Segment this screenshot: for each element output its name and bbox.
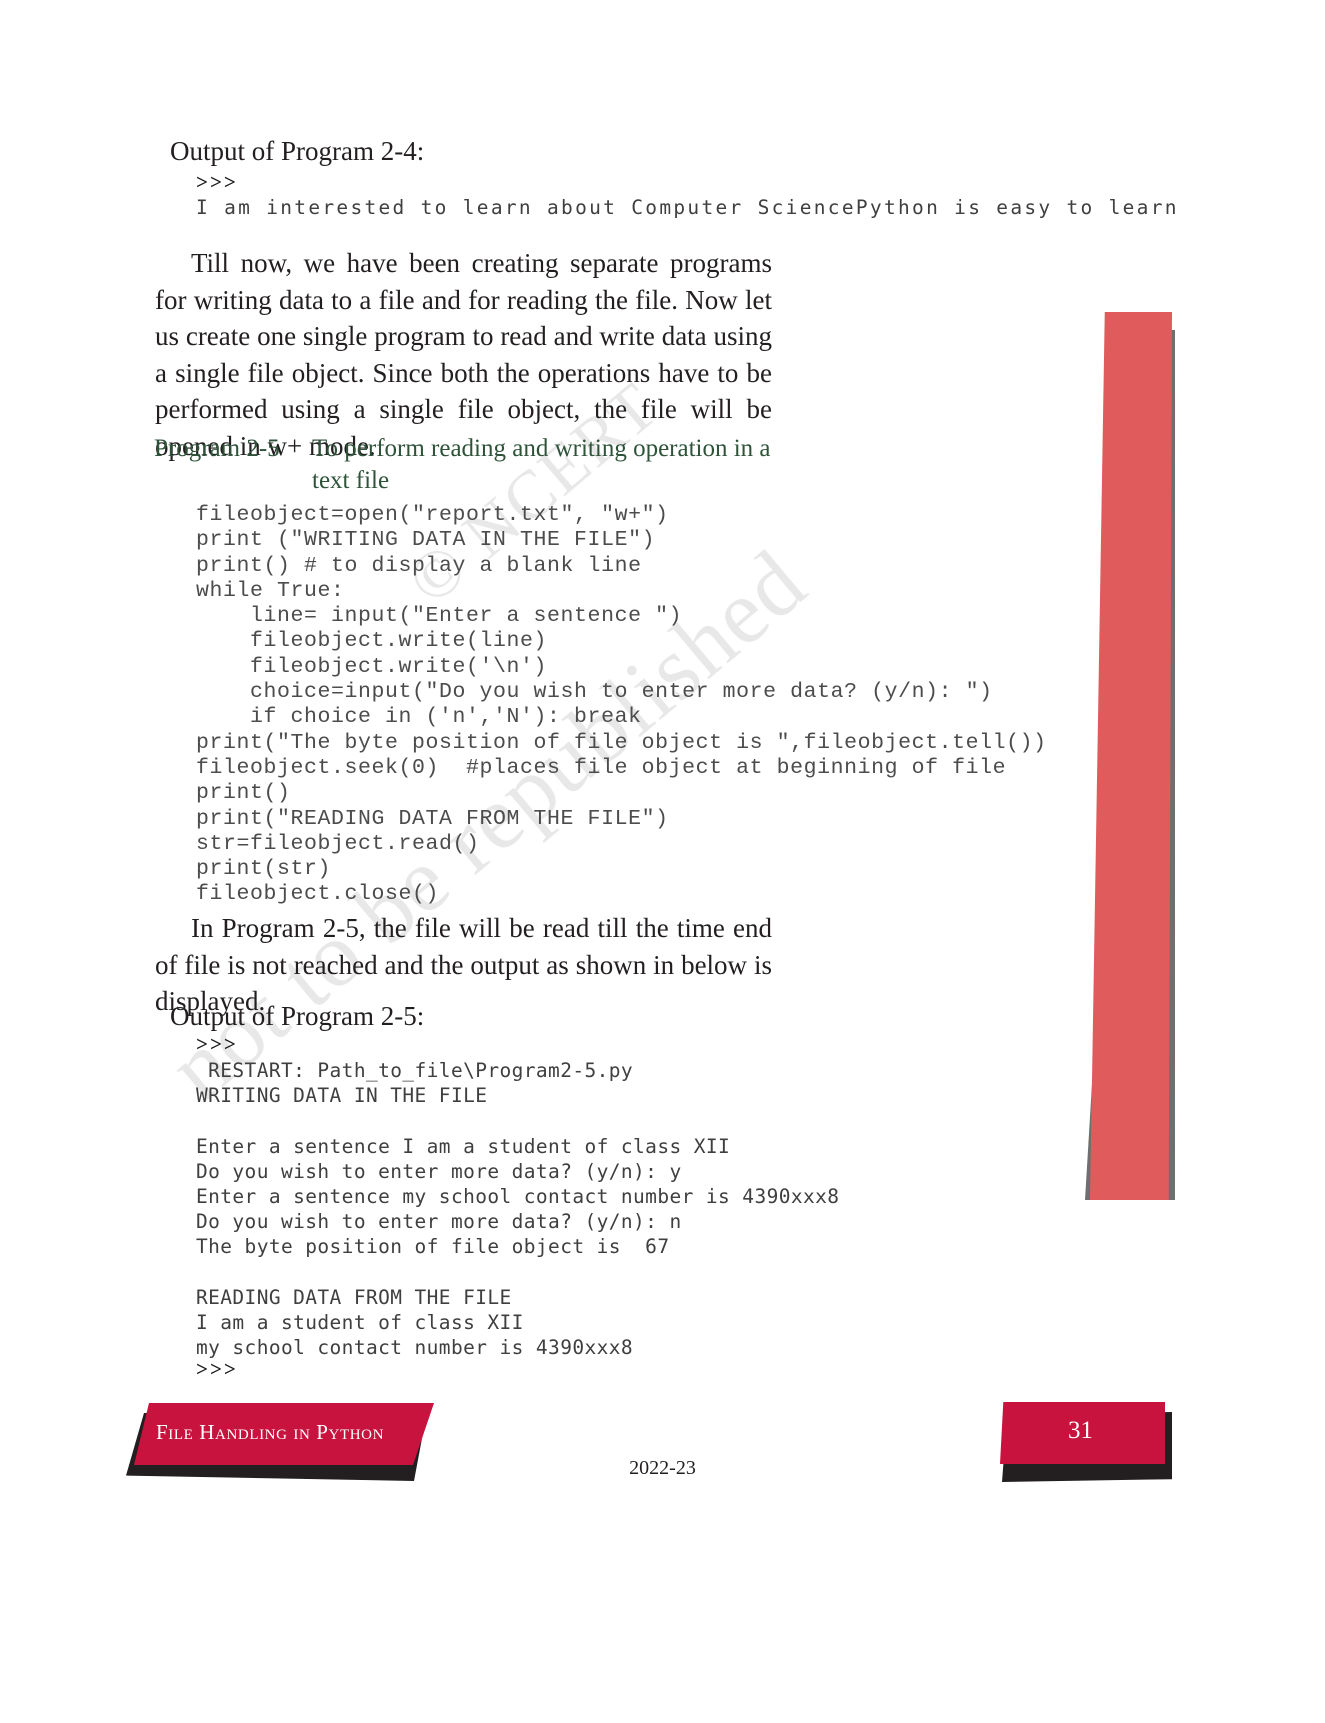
- page-year: 2022-23: [629, 1457, 696, 1479]
- footer-chapter-banner: File Handling in Python: [134, 1403, 434, 1465]
- footer-chapter-label: File Handling in Python: [156, 1420, 385, 1444]
- paragraph-intro: Till now, we have been creating separate…: [155, 248, 772, 461]
- output-2-5-prompt-top: >>>: [196, 1032, 238, 1057]
- program-2-5-code: fileobject=open("report.txt", "w+") prin…: [196, 503, 1047, 907]
- prompt-chevrons: >>>: [196, 170, 238, 194]
- page-number-badge: 31: [1000, 1402, 1165, 1464]
- program-2-5-heading: Program 2-5 To perform reading and writin…: [154, 433, 794, 497]
- output-2-4-line: I am interested to learn about Computer …: [196, 196, 1179, 219]
- program-label: Program 2-5: [154, 435, 280, 462]
- decorative-red-bar: [1090, 312, 1172, 1200]
- output-2-4-heading: Output of Program 2-4:: [170, 136, 425, 166]
- prompt-chevrons: >>>: [196, 1032, 238, 1056]
- page-number: 31: [1068, 1417, 1093, 1444]
- output-2-5-heading: Output of Program 2-5:: [170, 1001, 425, 1031]
- program-title: To perform reading and writing operation…: [312, 435, 771, 494]
- output-2-5-prompt-bottom: >>>: [196, 1357, 238, 1382]
- prompt-chevrons: >>>: [196, 1357, 238, 1381]
- output-2-5-body: RESTART: Path_to_file\Program2-5.py WRIT…: [196, 1059, 840, 1360]
- output-2-4-prompt: >>>: [196, 170, 238, 195]
